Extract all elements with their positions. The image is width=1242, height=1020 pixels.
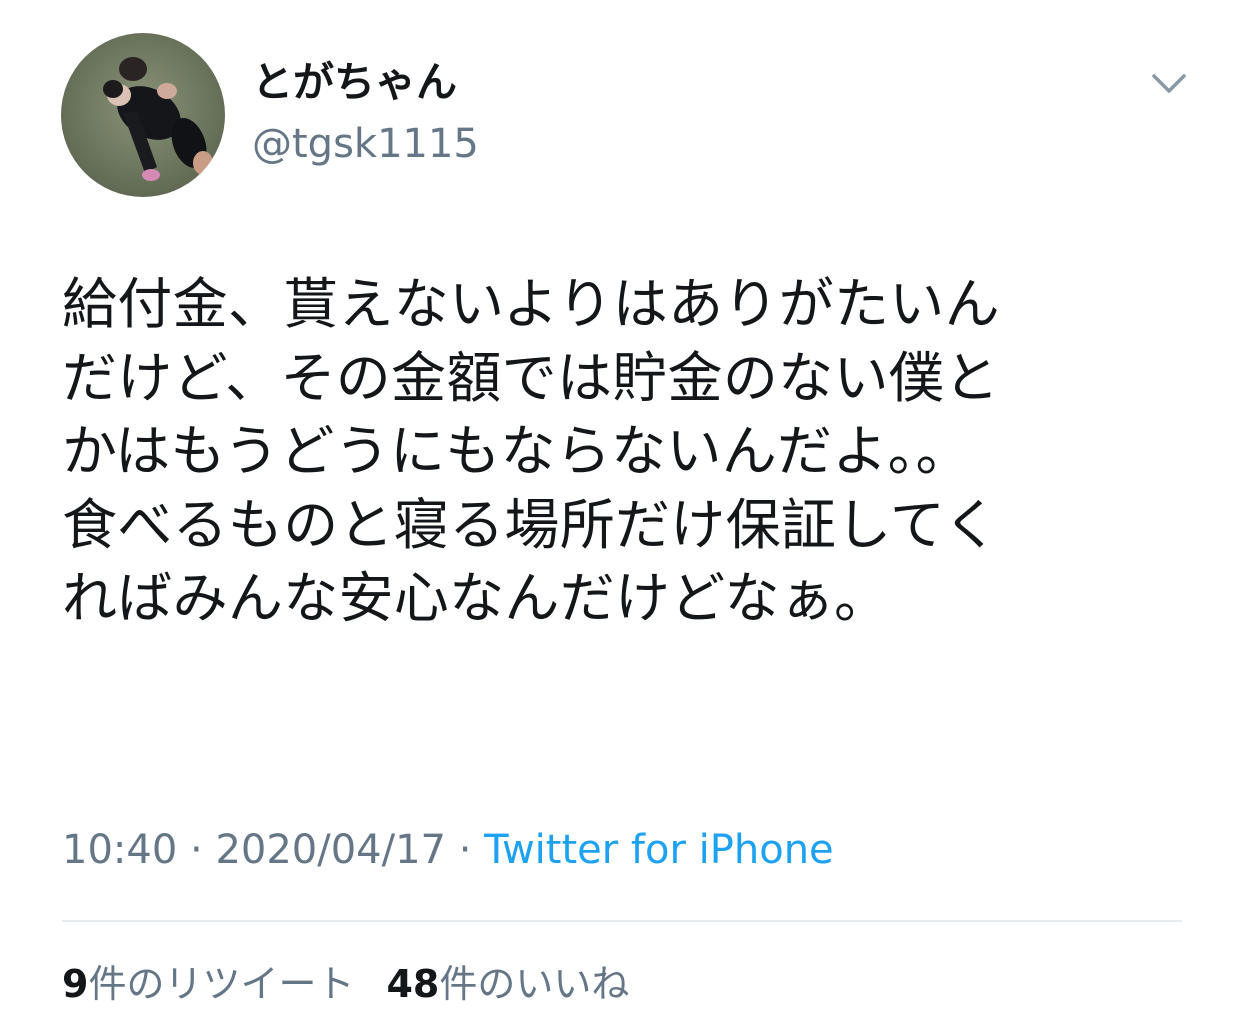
display-name[interactable]: とがちゃん	[252, 52, 457, 112]
divider	[62, 920, 1182, 922]
tweet-date[interactable]: 2020/04/17	[215, 827, 446, 873]
meta-separator: ·	[190, 827, 203, 873]
tweet-meta: 10:40 · 2020/04/17 · Twitter for iPhone	[62, 822, 834, 878]
avatar[interactable]	[61, 33, 225, 197]
retweets-count: 9	[62, 962, 89, 1006]
tweet-text-line: だけど、その金額では貯金のない僕と	[62, 345, 1000, 410]
tweet-text-line: かはもうどうにもならないんだよ。。	[62, 419, 971, 484]
tweet-text: 給付金、貰えないよりはありがたいん だけど、その金額では貯金のない僕と かはもう…	[62, 268, 1182, 636]
tweet-source-link[interactable]: Twitter for iPhone	[484, 827, 834, 873]
retweets-stat[interactable]: 9件のリツイート	[62, 956, 354, 1012]
tweet-text-line: ればみんな安心なんだけどなぁ。	[62, 566, 890, 631]
tweet-text-line: 食べるものと寝る場所だけ保証してく	[62, 492, 999, 557]
tweet-text-line: 給付金、貰えないよりはありがたいん	[62, 272, 1000, 336]
chevron-down-icon[interactable]	[1150, 64, 1188, 102]
likes-label: 件のいいね	[439, 962, 630, 1006]
likes-stat[interactable]: 48件のいいね	[386, 956, 629, 1012]
meta-separator: ·	[458, 827, 472, 873]
user-handle[interactable]: @tgsk1115	[252, 116, 479, 172]
tweet-stats: 9件のリツイート 48件のいいね	[62, 956, 629, 1012]
tweet-time[interactable]: 10:40	[62, 827, 177, 873]
retweets-label: 件のリツイート	[88, 962, 355, 1006]
avatar-photo	[61, 33, 225, 197]
likes-count: 48	[386, 962, 440, 1006]
